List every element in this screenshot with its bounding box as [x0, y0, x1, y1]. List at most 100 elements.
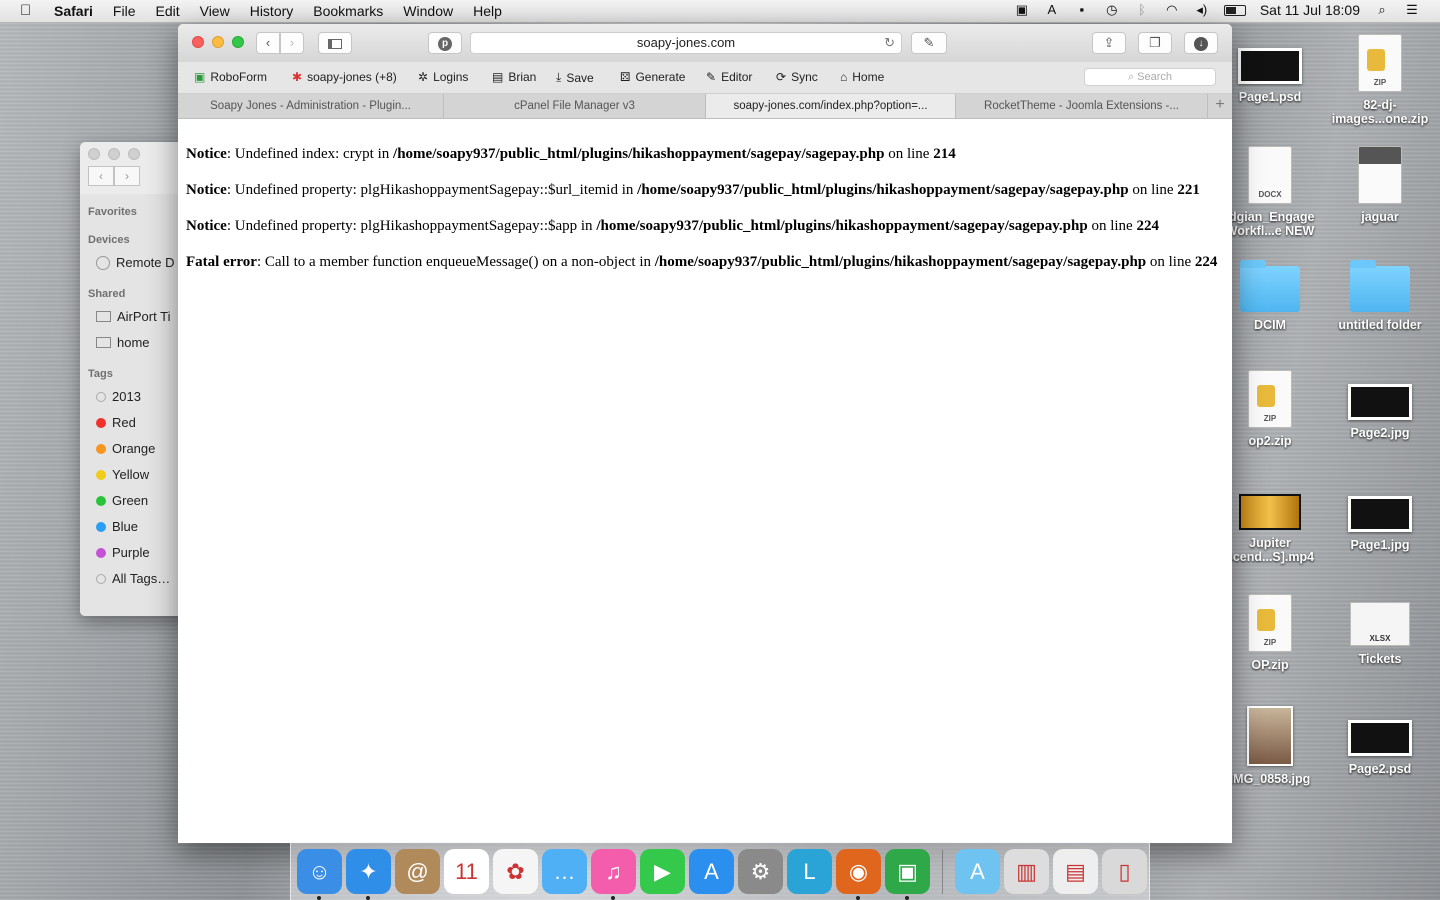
- address-bar[interactable]: soapy-jones.com ↻: [470, 32, 902, 54]
- system-preferences-icon[interactable]: ⚙: [738, 849, 783, 894]
- volume-icon[interactable]: ◂): [1194, 3, 1210, 17]
- lync-icon[interactable]: L: [787, 849, 832, 894]
- bookmark-sync[interactable]: ⟳ Sync: [776, 70, 818, 84]
- contacts-icon[interactable]: @: [395, 849, 440, 894]
- sidebar-tag-blue[interactable]: Blue: [96, 519, 138, 534]
- finder-forward-button[interactable]: ›: [114, 166, 140, 186]
- sidebar-toggle-button[interactable]: [318, 32, 352, 54]
- tag-color-dot-icon: [96, 443, 106, 454]
- notification-center-icon[interactable]: ☰: [1404, 3, 1420, 17]
- downloads-stack-icon[interactable]: ▥: [1004, 849, 1049, 894]
- bookmark-roboform[interactable]: ▣ RoboForm: [194, 70, 267, 84]
- save-icon: ⤓: [556, 70, 562, 84]
- markup-button[interactable]: ✎: [911, 32, 947, 54]
- menu-app-name[interactable]: Safari: [54, 3, 93, 19]
- applications-folder-icon[interactable]: A: [955, 849, 1000, 894]
- bookmark-label: Generate: [635, 70, 686, 84]
- bookmark-editor[interactable]: ✎ Editor: [706, 70, 752, 84]
- desktop-item[interactable]: jaguar: [1325, 146, 1435, 224]
- roboform-icon[interactable]: ▣: [885, 849, 930, 900]
- tabs-overview-button[interactable]: ❐: [1138, 32, 1172, 54]
- roboform-status-icon[interactable]: ▣: [1014, 3, 1030, 17]
- share-button[interactable]: ⇪: [1092, 32, 1126, 54]
- reload-icon[interactable]: ↻: [884, 33, 895, 53]
- finder-close-button[interactable]: [88, 148, 100, 160]
- bookmarks-search-field[interactable]: ⌕ Search: [1084, 68, 1216, 86]
- desktop-item[interactable]: Page1.jpg: [1325, 482, 1435, 552]
- sidebar-item-airport[interactable]: AirPort Ti: [96, 309, 170, 324]
- sidebar-tag-2013[interactable]: 2013: [96, 389, 141, 404]
- finder-nav: ‹ ›: [88, 166, 140, 186]
- bookmark-save[interactable]: ⤓ Save: [556, 70, 594, 85]
- messages-icon[interactable]: …: [542, 849, 587, 894]
- zoom-button[interactable]: [232, 36, 244, 48]
- sidebar-tag-red[interactable]: Red: [96, 415, 136, 430]
- error-path: /home/soapy937/public_html/plugins/hikas…: [654, 254, 1147, 270]
- desktop-item-label: jaguar: [1361, 210, 1399, 224]
- back-button[interactable]: ‹: [256, 32, 280, 54]
- finder-minimize-button[interactable]: [108, 148, 120, 160]
- menu-bookmarks[interactable]: Bookmarks: [313, 3, 383, 19]
- adobe-status-icon[interactable]: A: [1044, 3, 1060, 17]
- firefox-icon[interactable]: ◉: [836, 849, 881, 900]
- calendar-icon[interactable]: 11: [444, 849, 489, 894]
- app-status-icon[interactable]: ▪: [1074, 3, 1090, 17]
- bluetooth-icon[interactable]: ᛒ: [1134, 3, 1150, 17]
- sidebar-tag-orange[interactable]: Orange: [96, 441, 155, 456]
- tab-soapy-jones-active[interactable]: soapy-jones.com/index.php?option=...: [706, 94, 956, 118]
- menu-view[interactable]: View: [200, 3, 230, 19]
- desktop-item[interactable]: XLSX Tickets: [1325, 594, 1435, 666]
- apple-menu-icon[interactable]: : [20, 2, 31, 19]
- bookmarks-bar: ▣ RoboForm ✱ soapy-jones (+8) ✲ Logins ▤ Brian ⤓…: [178, 62, 1232, 94]
- desktop-item[interactable]: Page2.jpg: [1325, 370, 1435, 440]
- menu-help[interactable]: Help: [473, 3, 502, 19]
- safari-icon[interactable]: ✦: [346, 849, 391, 900]
- desktop-item[interactable]: Page2.psd: [1325, 706, 1435, 776]
- bookmark-generate[interactable]: ⚄ Generate: [620, 70, 685, 84]
- editor-icon: ✎: [706, 70, 717, 84]
- spotlight-icon[interactable]: ⌕: [1374, 3, 1390, 17]
- tab-cpanel[interactable]: cPanel File Manager v3: [444, 94, 706, 118]
- image-file-icon: [1238, 48, 1302, 84]
- sidebar-icon: [328, 38, 342, 49]
- documents-stack-icon[interactable]: ▤: [1053, 849, 1098, 894]
- time-machine-icon[interactable]: ◷: [1104, 3, 1120, 17]
- bookmark-soapy-jones-8[interactable]: ✱ soapy-jones (+8): [292, 70, 397, 84]
- downloads-button[interactable]: ↓: [1184, 32, 1218, 54]
- sidebar-item-home[interactable]: home: [96, 335, 150, 350]
- bookmark-label: soapy-jones (+8): [307, 70, 397, 84]
- finder-back-button[interactable]: ‹: [88, 166, 114, 186]
- wifi-icon[interactable]: ◠: [1164, 3, 1180, 17]
- sidebar-tag-all-tags[interactable]: All Tags…: [96, 571, 170, 586]
- bookmark-home[interactable]: ⌂ Home: [840, 70, 884, 84]
- menu-file[interactable]: File: [113, 3, 136, 19]
- sidebar-item-remote-disc[interactable]: Remote D: [96, 255, 175, 270]
- bookmark-logins[interactable]: ✲ Logins: [418, 70, 468, 84]
- desktop-item[interactable]: untitled folder: [1325, 258, 1435, 332]
- sidebar-tag-purple[interactable]: Purple: [96, 545, 150, 560]
- pinterest-button[interactable]: p: [428, 32, 462, 54]
- finder-zoom-button[interactable]: [128, 148, 140, 160]
- app-store-icon[interactable]: A: [689, 849, 734, 894]
- desktop-item[interactable]: ZIP 82-dj- images...one.zip: [1325, 34, 1435, 126]
- photos-icon[interactable]: ✿: [493, 849, 538, 894]
- trash-icon[interactable]: ▯: [1102, 849, 1147, 894]
- minimize-button[interactable]: [212, 36, 224, 48]
- sidebar-tag-green[interactable]: Green: [96, 493, 148, 508]
- new-tab-button[interactable]: +: [1208, 94, 1232, 118]
- error-type: Notice: [186, 218, 227, 234]
- bookmark-brian[interactable]: ▤ Brian: [492, 70, 536, 84]
- menu-window[interactable]: Window: [403, 3, 453, 19]
- facetime-icon[interactable]: ▶: [640, 849, 685, 894]
- sidebar-tag-yellow[interactable]: Yellow: [96, 467, 149, 482]
- close-button[interactable]: [192, 36, 204, 48]
- menubar-clock[interactable]: Sat 11 Jul 18:09: [1260, 2, 1360, 18]
- finder-icon[interactable]: ☺: [297, 849, 342, 900]
- itunes-icon[interactable]: ♫: [591, 849, 636, 900]
- battery-icon[interactable]: [1223, 4, 1246, 16]
- menu-edit[interactable]: Edit: [155, 3, 179, 19]
- menu-history[interactable]: History: [250, 3, 294, 19]
- tab-rockettheme[interactable]: RocketTheme - Joomla Extensions -...: [956, 94, 1208, 118]
- tab-administration[interactable]: Soapy Jones - Administration - Plugin...: [178, 94, 444, 118]
- forward-button[interactable]: ›: [280, 32, 304, 54]
